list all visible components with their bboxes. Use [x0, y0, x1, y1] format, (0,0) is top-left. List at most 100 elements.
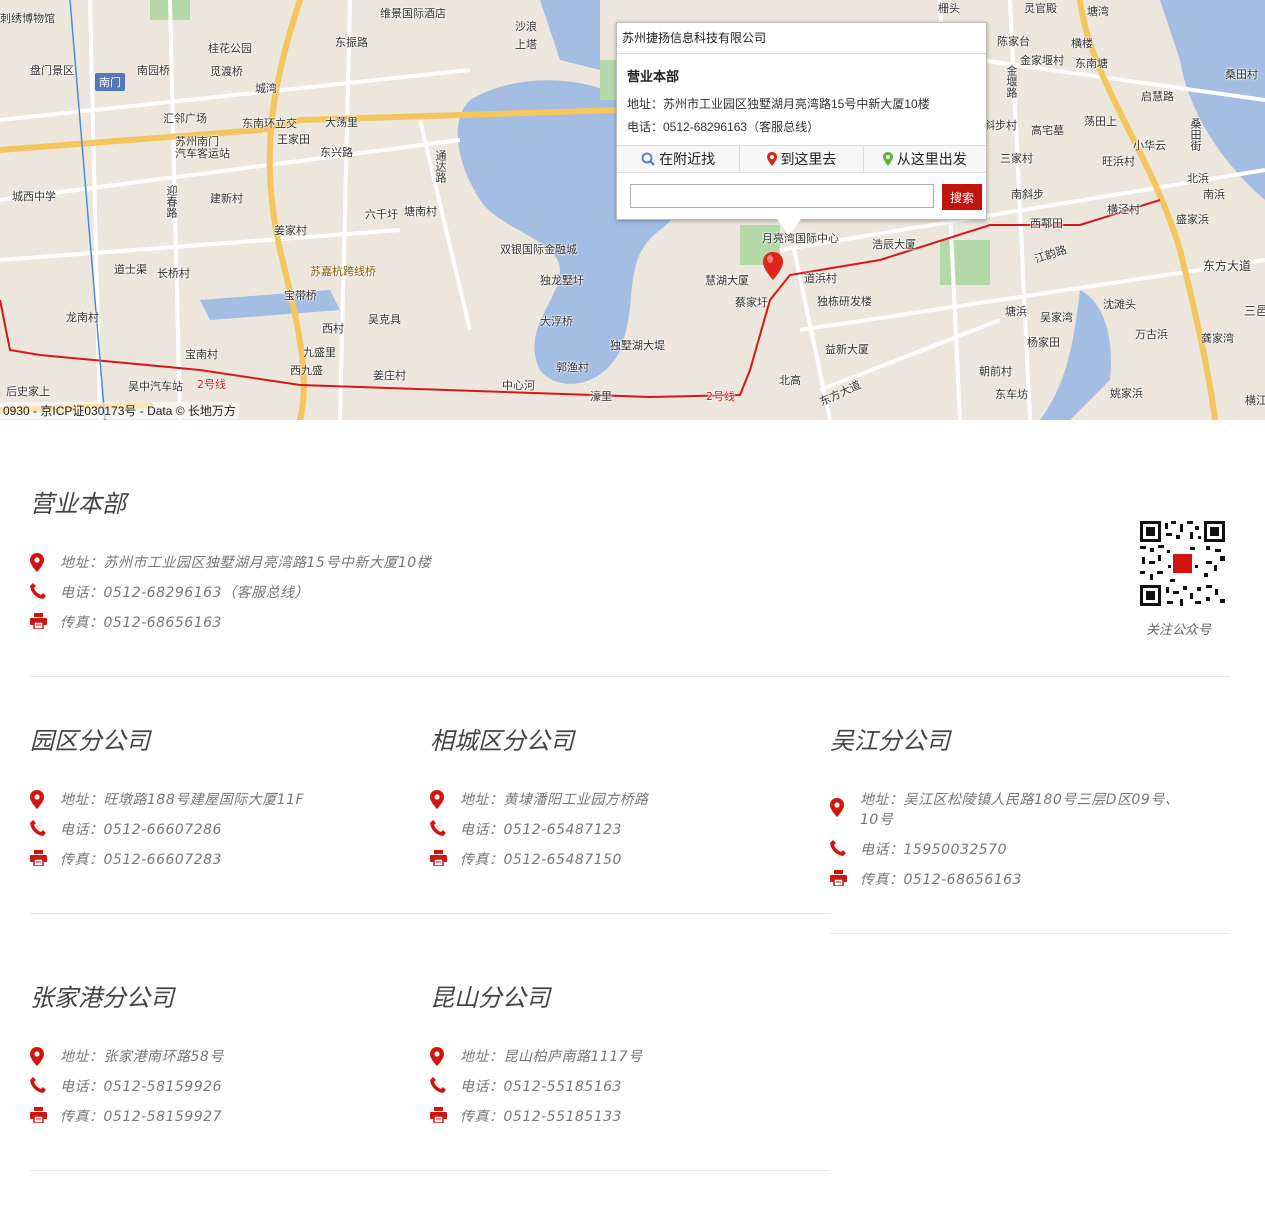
map-label: 刺绣博物馆	[0, 12, 55, 25]
map-label: 东南环立交	[242, 117, 297, 130]
map[interactable]: 刺绣博物馆 维景国际酒店 沙浪 上塔 东振路 桂花公园 盘门景区 南园桥 觅渡桥…	[0, 0, 1265, 420]
branch-fax: 传真：0512-65487150	[460, 852, 622, 868]
map-label: 蔡家圩	[735, 296, 768, 309]
branch-address-row: 地址：昆山柏庐南路1117号	[430, 1047, 643, 1067]
route-from-tab[interactable]: 从这里出发	[862, 146, 986, 172]
info-window-name: 营业本部	[627, 69, 680, 84]
map-label: 大荡里	[325, 116, 358, 129]
map-label: 横泾村	[1107, 203, 1140, 216]
route-to-label: 到这里去	[780, 151, 837, 167]
map-copyright: 0930 - 京ICP证030173号 - Data © 长地万方	[0, 402, 239, 419]
branch-phone-row: 电话：0512-55185163	[430, 1077, 622, 1097]
divider	[30, 1170, 830, 1171]
branch-address-row: 地址：旺墩路188号建屋国际大厦11F	[30, 790, 304, 810]
map-label: 吴克具	[368, 313, 401, 326]
map-label: 龚家湾	[1201, 332, 1234, 345]
branch-phone: 电话：0512-55185163	[460, 1079, 622, 1095]
map-search-button[interactable]: 搜索	[942, 184, 982, 210]
route-to-tab[interactable]: 到这里去	[739, 146, 862, 172]
branch-address: 地址：旺墩路188号建屋国际大厦11F	[60, 792, 305, 808]
phone-icon	[30, 583, 46, 599]
branch-fax-row: 传真：0512-68656163	[830, 870, 1022, 890]
printer-icon	[430, 850, 447, 866]
branch-phone-row: 电话：15950032570	[830, 840, 1007, 860]
branch-address: 地址：吴江区松陵镇人民路180号三层D区09号、10号	[860, 792, 1180, 828]
map-pin-icon	[30, 553, 44, 572]
map-label: 双银国际金融城	[500, 243, 577, 256]
map-label: 大浮桥	[540, 315, 573, 328]
info-window-pointer	[777, 219, 801, 235]
map-label: 朝前村	[979, 365, 1012, 378]
map-label: 九盛里	[303, 346, 336, 359]
map-label: 西鄠田	[1030, 217, 1063, 230]
map-label: 西九盛	[290, 364, 323, 377]
map-label: 小华云	[1133, 139, 1166, 152]
location-marker-icon[interactable]	[763, 252, 783, 280]
branch-phone-row: 电话：0512-65487123	[430, 820, 622, 840]
map-label: 东方大道	[1203, 259, 1252, 273]
map-pin-icon	[430, 790, 444, 809]
branch-fax: 传真：0512-66607283	[60, 852, 222, 868]
phone-icon	[430, 1077, 446, 1093]
map-label: 栅头	[938, 2, 960, 15]
branch-phone: 电话：0512-58159926	[60, 1079, 222, 1095]
branch-title: 张家港分公司	[30, 984, 174, 1012]
map-label: 建新村	[210, 192, 243, 205]
map-label: 益新大厦	[825, 343, 869, 356]
branch-phone-row: 电话：0512-66607286	[30, 820, 222, 840]
info-window-phone: 电话：0512-68296163（客服总线）	[627, 120, 820, 134]
map-label: 2号线	[706, 390, 735, 403]
branch-fax-row: 传真：0512-55185133	[430, 1107, 622, 1127]
map-label: 南浜	[1203, 188, 1225, 201]
info-window-title: 苏州捷扬信息科技有限公司	[617, 23, 986, 54]
map-label: 沈滩头	[1103, 298, 1136, 311]
map-label: 三邑	[1244, 304, 1265, 318]
map-label: 桂花公园	[208, 42, 252, 55]
map-label: 横楼	[1071, 37, 1093, 50]
branch-address: 地址：黄埭潘阳工业园方桥路	[460, 792, 649, 808]
qr-code	[1140, 521, 1225, 606]
map-label: 东兴路	[320, 146, 353, 159]
map-label: 金堰路	[1005, 65, 1018, 98]
map-label: 三家村	[1000, 152, 1033, 165]
map-label: 陈家台	[997, 35, 1030, 48]
map-label: 吴家湾	[1040, 311, 1073, 324]
branch-fax: 传真：0512-58159927	[60, 1109, 222, 1125]
map-label: 南园桥	[137, 64, 170, 77]
map-label: 西村	[322, 322, 344, 335]
branch-fax-row: 传真：0512-58159927	[30, 1107, 222, 1127]
map-label: 濠里	[590, 390, 612, 403]
map-label: 汇邻广场	[163, 112, 207, 125]
route-from-label: 从这里出发	[896, 151, 967, 167]
map-label: 城西中学	[12, 190, 56, 203]
printer-icon	[30, 850, 47, 866]
map-label: 塘湾	[1087, 5, 1109, 18]
map-label: 后史家上	[6, 385, 50, 398]
map-search-input[interactable]	[630, 184, 934, 208]
printer-icon	[30, 1107, 47, 1123]
branch-address: 地址：张家港南环路58号	[60, 1049, 224, 1065]
map-label: 通达路	[434, 150, 447, 183]
divider	[830, 933, 1230, 934]
hq-title: 营业本部	[30, 490, 126, 518]
map-label: 灵官殿	[1024, 2, 1057, 15]
map-label: 塘浜	[1005, 305, 1027, 318]
map-label: 斜步村	[984, 119, 1017, 132]
branch-phone: 电话：0512-65487123	[460, 822, 622, 838]
map-label: 金家堰村	[1020, 54, 1064, 67]
phone-icon	[30, 1077, 46, 1093]
hq-phone-row: 电话：0512-68296163（客服总线）	[30, 583, 309, 603]
map-label: 姜庄村	[373, 369, 406, 382]
printer-icon	[30, 613, 47, 629]
map-label: 东振路	[335, 36, 368, 49]
map-label: 塘南村	[404, 205, 437, 218]
map-label: 道士渠	[114, 263, 147, 276]
magnifier-icon	[641, 152, 655, 166]
hq-address: 地址：苏州市工业园区独墅湖月亮湾路15号中新大厦10楼	[60, 555, 432, 571]
search-nearby-tab[interactable]: 在附近找	[617, 146, 739, 172]
divider	[30, 676, 1230, 677]
map-label: 汽车客运站	[175, 147, 230, 160]
hq-fax-row: 传真：0512-68656163	[30, 613, 222, 633]
map-label: 迎春路	[165, 185, 178, 218]
map-label: 桑田村	[1225, 68, 1258, 81]
